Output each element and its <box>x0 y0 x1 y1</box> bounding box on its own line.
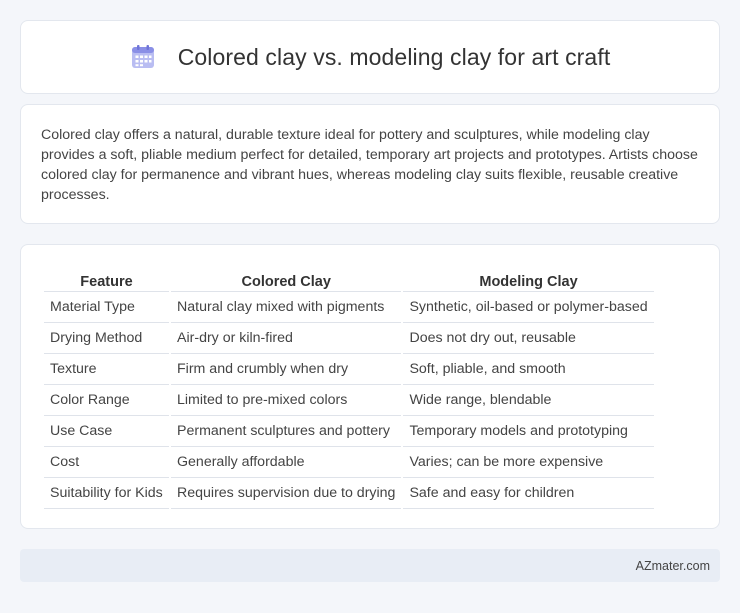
summary-text: Colored clay offers a natural, durable t… <box>41 127 698 203</box>
footer-brand[interactable]: AZmater.com <box>636 559 710 573</box>
feature-cell: Color Range <box>44 385 169 416</box>
modeling-clay-cell: Does not dry out, reusable <box>403 323 654 354</box>
footer-bar: AZmater.com <box>20 549 720 582</box>
table-row: Suitability for Kids Requires supervisio… <box>44 478 654 509</box>
modeling-clay-cell: Wide range, blendable <box>403 385 654 416</box>
table-row: Use Case Permanent sculptures and potter… <box>44 416 654 447</box>
comparison-table: Feature Colored Clay Modeling Clay Mater… <box>42 265 656 509</box>
feature-cell: Drying Method <box>44 323 169 354</box>
feature-cell: Use Case <box>44 416 169 447</box>
summary-card: Colored clay offers a natural, durable t… <box>20 104 720 224</box>
colored-clay-cell: Requires supervision due to drying <box>171 478 402 509</box>
feature-cell: Material Type <box>44 292 169 323</box>
table-row: Material Type Natural clay mixed with pi… <box>44 292 654 323</box>
modeling-clay-cell: Temporary models and prototyping <box>403 416 654 447</box>
colored-clay-cell: Air-dry or kiln-fired <box>171 323 402 354</box>
column-header-colored-clay: Colored Clay <box>171 265 402 292</box>
feature-cell: Cost <box>44 447 169 478</box>
column-header-feature: Feature <box>44 265 169 292</box>
colored-clay-cell: Firm and crumbly when dry <box>171 354 402 385</box>
table-row: Cost Generally affordable Varies; can be… <box>44 447 654 478</box>
modeling-clay-cell: Safe and easy for children <box>403 478 654 509</box>
page-title: Colored clay vs. modeling clay for art c… <box>177 43 611 70</box>
colored-clay-cell: Generally affordable <box>171 447 402 478</box>
table-row: Texture Firm and crumbly when dry Soft, … <box>44 354 654 385</box>
comparison-card: Feature Colored Clay Modeling Clay Mater… <box>20 244 720 529</box>
modeling-clay-cell: Synthetic, oil-based or polymer-based <box>403 292 654 323</box>
modeling-clay-cell: Soft, pliable, and smooth <box>403 354 654 385</box>
table-row: Color Range Limited to pre-mixed colors … <box>44 385 654 416</box>
colored-clay-cell: Limited to pre-mixed colors <box>171 385 402 416</box>
feature-cell: Texture <box>44 354 169 385</box>
calendar-icon <box>131 45 154 68</box>
feature-cell: Suitability for Kids <box>44 478 169 509</box>
column-header-modeling-clay: Modeling Clay <box>403 265 654 292</box>
title-card: Colored clay vs. modeling clay for art c… <box>20 20 720 94</box>
colored-clay-cell: Natural clay mixed with pigments <box>171 292 402 323</box>
table-row: Drying Method Air-dry or kiln-fired Does… <box>44 323 654 354</box>
table-header-row: Feature Colored Clay Modeling Clay <box>44 265 654 292</box>
modeling-clay-cell: Varies; can be more expensive <box>403 447 654 478</box>
colored-clay-cell: Permanent sculptures and pottery <box>171 416 402 447</box>
